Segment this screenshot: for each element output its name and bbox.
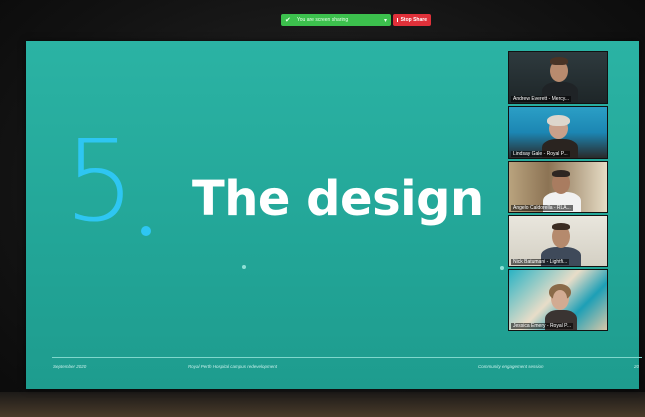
- check-icon: ✔: [285, 17, 291, 24]
- participant-name: Angelo Caldorella - RLA...: [511, 205, 573, 211]
- participant-tile[interactable]: Nick Batumani - Lightfi...: [508, 215, 608, 267]
- participant-tile[interactable]: Lindsay Gale - Royal P...: [508, 106, 608, 159]
- desk-surface: [0, 392, 645, 417]
- section-number: 5: [64, 117, 136, 247]
- stop-icon: [397, 18, 398, 22]
- footer-date: September 2020: [53, 364, 87, 369]
- stop-share-button[interactable]: Stop Share: [393, 14, 431, 26]
- footer-project: Royal Perth Hospital campus redevelopmen…: [188, 364, 278, 369]
- participant-name: Lindsay Gale - Royal P...: [511, 151, 570, 157]
- stop-share-label: Stop Share: [400, 17, 427, 23]
- footer-page-number: 20: [634, 364, 640, 369]
- chevron-down-icon[interactable]: ▾: [384, 17, 387, 24]
- footer-report: Community engagement session: [478, 364, 544, 369]
- participant-tile[interactable]: Andrew Everett - Mercy...: [508, 51, 608, 104]
- participant-name: Andrew Everett - Mercy...: [511, 96, 572, 102]
- slide-title: The design: [192, 171, 484, 227]
- participant-tile[interactable]: Angelo Caldorella - RLA...: [508, 161, 608, 213]
- participant-name: Jessica Emery - Royal P...: [511, 323, 573, 329]
- screen-share-toolbar: ✔ You are screen sharing ▾ Stop Share: [281, 14, 431, 26]
- section-number-dot: [141, 226, 151, 236]
- footer-divider: [52, 357, 642, 358]
- participant-name: Nick Batumani - Lightfi...: [511, 259, 570, 265]
- screen-share-status-text: You are screen sharing: [296, 17, 349, 23]
- slide-speck: [242, 265, 246, 269]
- screen-share-status[interactable]: ✔ You are screen sharing ▾: [281, 14, 391, 26]
- participant-tile[interactable]: Jessica Emery - Royal P...: [508, 269, 608, 331]
- slide-speck: [500, 266, 504, 270]
